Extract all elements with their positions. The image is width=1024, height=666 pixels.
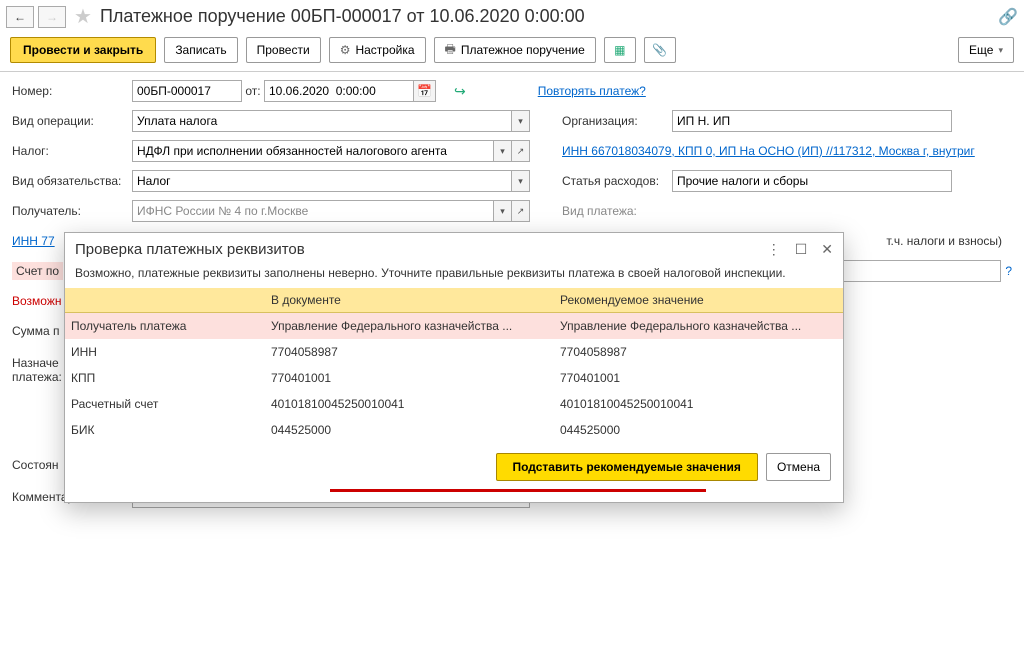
account-label: Счет по: [12, 262, 63, 280]
recv-input[interactable]: [132, 200, 494, 222]
state-label: Состоян: [12, 458, 59, 472]
obl-label: Вид обязательства:: [12, 174, 132, 188]
attach-button[interactable]: 📎: [644, 37, 676, 63]
tax-open[interactable]: ↗: [512, 140, 530, 162]
page-title: Платежное поручение 00БП-000017 от 10.06…: [100, 6, 585, 27]
org-details-link[interactable]: ИНН 667018034079, КПП 0, ИП На ОСНО (ИП)…: [562, 144, 975, 158]
org-label: Организация:: [562, 114, 672, 128]
table-row[interactable]: КПП 770401001 770401001: [65, 365, 843, 391]
modal-close-icon[interactable]: ✕: [821, 241, 833, 258]
table-row[interactable]: Получатель платежа Управление Федерально…: [65, 313, 843, 340]
recv-label: Получатель:: [12, 204, 132, 218]
col-name: [65, 288, 265, 313]
header-bar: ← → ★ Платежное поручение 00БП-000017 от…: [0, 0, 1024, 33]
table-row[interactable]: ИНН 7704058987 7704058987: [65, 339, 843, 365]
submit-button[interactable]: Провести и закрыть: [10, 37, 156, 63]
col-doc: В документе: [265, 288, 554, 313]
org-input[interactable]: [672, 110, 952, 132]
number-label: Номер:: [12, 84, 132, 98]
red-underline: [65, 489, 843, 502]
tax-dropdown[interactable]: ▾: [494, 140, 512, 162]
modal-title: Проверка платежных реквизитов: [75, 241, 305, 258]
back-button[interactable]: ←: [6, 6, 34, 28]
requisites-table: В документе Рекомендуемое значение Получ…: [65, 288, 843, 443]
purpose-label: Назначе: [12, 356, 62, 370]
requisites-check-dialog: Проверка платежных реквизитов ⋮ ☐ ✕ Возм…: [64, 232, 844, 503]
print-button[interactable]: 🖶Платежное поручение: [434, 37, 596, 63]
check-icon: ↪: [454, 83, 466, 100]
help-icon[interactable]: ?: [1005, 264, 1012, 278]
repeat-payment-link[interactable]: Повторять платеж?: [538, 84, 646, 98]
exp-label: Статья расходов:: [562, 174, 672, 188]
modal-titlebar: Проверка платежных реквизитов ⋮ ☐ ✕: [65, 233, 843, 262]
printer-icon: 🖶: [445, 40, 456, 61]
possible-text: Возможн: [12, 294, 62, 308]
paperclip-icon: 📎: [652, 43, 667, 57]
tax-input[interactable]: [132, 140, 494, 162]
modal-menu-icon[interactable]: ⋮: [767, 241, 781, 258]
obl-dropdown[interactable]: ▾: [512, 170, 530, 192]
tax-label: Налог:: [12, 144, 132, 158]
sum-label: Сумма п: [12, 324, 60, 338]
tax-note-tail: т.ч. налоги и взносы): [886, 234, 1002, 248]
optype-input[interactable]: [132, 110, 512, 132]
toolbar: Провести и закрыть Записать Провести ⚙На…: [0, 33, 1024, 72]
calendar-icon: 📅: [417, 84, 432, 98]
obl-input[interactable]: [132, 170, 512, 192]
table-row[interactable]: Расчетный счет 40101810045250010041 4010…: [65, 391, 843, 417]
gear-icon: ⚙: [340, 43, 351, 57]
recv-open[interactable]: ↗: [512, 200, 530, 222]
forward-button[interactable]: →: [38, 6, 66, 28]
purpose-label2: платежа:: [12, 370, 62, 384]
exp-input[interactable]: [672, 170, 952, 192]
structure-button[interactable]: ▦: [604, 37, 636, 63]
inn-link[interactable]: ИНН 77: [12, 234, 55, 248]
apply-recommended-button[interactable]: Подставить рекомендуемые значения: [496, 453, 758, 481]
calendar-button[interactable]: 📅: [414, 80, 436, 102]
recv-dropdown[interactable]: ▾: [494, 200, 512, 222]
save-button[interactable]: Записать: [164, 37, 237, 63]
link-icon[interactable]: 🔗: [998, 7, 1018, 27]
optype-dropdown[interactable]: ▾: [512, 110, 530, 132]
modal-maximize-icon[interactable]: ☐: [795, 241, 808, 258]
modal-message: Возможно, платежные реквизиты заполнены …: [65, 262, 843, 288]
date-input[interactable]: [264, 80, 414, 102]
cancel-button[interactable]: Отмена: [766, 453, 831, 481]
post-button[interactable]: Провести: [246, 37, 321, 63]
chevron-down-icon: ▾: [998, 45, 1003, 56]
optype-label: Вид операции:: [12, 114, 132, 128]
star-icon[interactable]: ★: [74, 4, 92, 29]
from-label: от:: [242, 84, 264, 98]
structure-icon: ▦: [614, 43, 625, 57]
table-row[interactable]: БИК 044525000 044525000: [65, 417, 843, 443]
paytype-label: Вид платежа:: [562, 204, 672, 218]
modal-footer: Подставить рекомендуемые значения Отмена: [65, 443, 843, 489]
settings-button[interactable]: ⚙Настройка: [329, 37, 426, 63]
more-button[interactable]: Еще ▾: [958, 37, 1014, 63]
col-rec: Рекомендуемое значение: [554, 288, 843, 313]
number-input[interactable]: [132, 80, 242, 102]
